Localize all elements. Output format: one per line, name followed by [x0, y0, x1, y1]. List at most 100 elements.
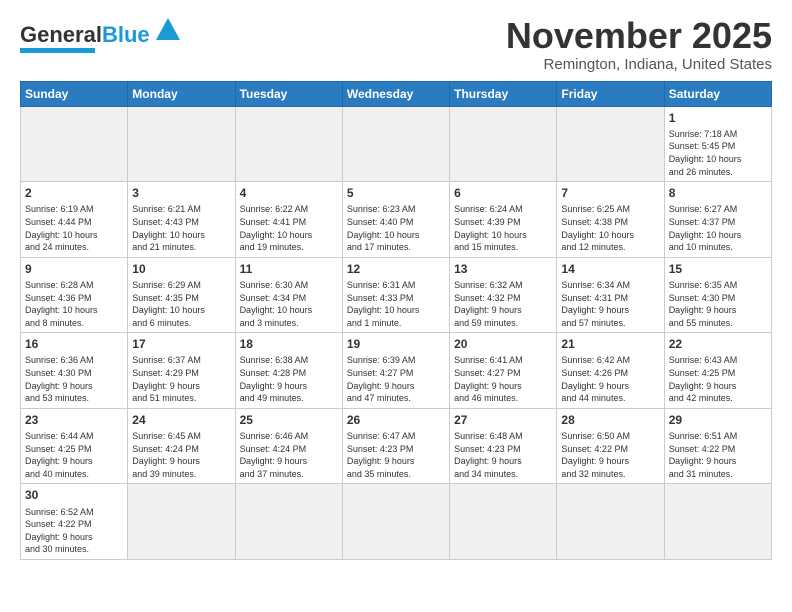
table-row: 20Sunrise: 6:41 AM Sunset: 4:27 PM Dayli… [450, 333, 557, 409]
table-row: 29 Sunrise: 6:51 AM Sunset: 4:22 PM Dayli… [664, 408, 771, 484]
day-number: 7 [561, 185, 659, 201]
day-info: Sunrise: 6:19 AM Sunset: 4:44 PM Dayligh… [25, 203, 123, 253]
weekday-header-row: Sunday Monday Tuesday Wednesday Thursday… [21, 81, 772, 106]
header-wednesday: Wednesday [342, 81, 449, 106]
day-info: Sunrise: 6:27 AM Sunset: 4:37 PM Dayligh… [669, 203, 767, 253]
table-row: 17 Sunrise: 6:37 AM Sunset: 4:29 PM Dayli… [128, 333, 235, 409]
table-row: 21 Sunrise: 6:42 AM Sunset: 4:26 PM Dayli… [557, 333, 664, 409]
table-row: 8 Sunrise: 6:27 AM Sunset: 4:37 PM Daylig… [664, 182, 771, 258]
table-row: 3 Sunrise: 6:21 AM Sunset: 4:43 PM Daylig… [128, 182, 235, 258]
day-info: Sunrise: 6:23 AM Sunset: 4:40 PM Dayligh… [347, 203, 445, 253]
table-row [21, 106, 128, 182]
table-row: 2Sunrise: 6:19 AM Sunset: 4:44 PM Daylig… [21, 182, 128, 258]
day-number: 28 [561, 412, 659, 428]
logo-accent: Blue [102, 22, 150, 47]
day-number: 26 [347, 412, 445, 428]
day-number: 19 [347, 336, 445, 352]
day-number: 4 [240, 185, 338, 201]
table-row: 19 Sunrise: 6:39 AM Sunset: 4:27 PM Dayli… [342, 333, 449, 409]
day-info: Sunrise: 6:36 AM Sunset: 4:30 PM Dayligh… [25, 354, 123, 404]
table-row: 23 Sunrise: 6:44 AM Sunset: 4:25 PM Dayli… [21, 408, 128, 484]
day-info: Sunrise: 6:42 AM Sunset: 4:26 PM Dayligh… [561, 354, 659, 404]
day-info: Sunrise: 6:44 AM Sunset: 4:25 PM Dayligh… [25, 430, 123, 480]
table-row: 15 Sunrise: 6:35 AM Sunset: 4:30 PM Dayli… [664, 257, 771, 333]
table-row [557, 484, 664, 560]
table-row [235, 106, 342, 182]
table-row: 10 Sunrise: 6:29 AM Sunset: 4:35 PM Dayli… [128, 257, 235, 333]
day-number: 22 [669, 336, 767, 352]
header-saturday: Saturday [664, 81, 771, 106]
day-number: 20 [454, 336, 552, 352]
day-info: Sunrise: 6:37 AM Sunset: 4:29 PM Dayligh… [132, 354, 230, 404]
day-info: Sunrise: 6:38 AM Sunset: 4:28 PM Dayligh… [240, 354, 338, 404]
day-number: 16 [25, 336, 123, 352]
page: GeneralBlue November 2025 Remington, Ind… [0, 0, 792, 612]
logo-bar [20, 48, 95, 53]
day-number: 8 [669, 185, 767, 201]
day-info: Sunrise: 7:18 AM Sunset: 5:45 PM Dayligh… [669, 128, 767, 178]
day-number: 15 [669, 261, 767, 277]
table-row: 30 Sunrise: 6:52 AM Sunset: 4:22 PM Dayli… [21, 484, 128, 560]
day-info: Sunrise: 6:43 AM Sunset: 4:25 PM Dayligh… [669, 354, 767, 404]
calendar-table: Sunday Monday Tuesday Wednesday Thursday… [20, 81, 772, 560]
table-row: 9 Sunrise: 6:28 AM Sunset: 4:36 PM Daylig… [21, 257, 128, 333]
day-info: Sunrise: 6:35 AM Sunset: 4:30 PM Dayligh… [669, 279, 767, 329]
table-row [342, 484, 449, 560]
day-number: 21 [561, 336, 659, 352]
table-row: 5 Sunrise: 6:23 AM Sunset: 4:40 PM Daylig… [342, 182, 449, 258]
day-info: Sunrise: 6:22 AM Sunset: 4:41 PM Dayligh… [240, 203, 338, 253]
day-info: Sunrise: 6:29 AM Sunset: 4:35 PM Dayligh… [132, 279, 230, 329]
day-info: Sunrise: 6:34 AM Sunset: 4:31 PM Dayligh… [561, 279, 659, 329]
calendar-subtitle: Remington, Indiana, United States [506, 56, 772, 73]
table-row [450, 106, 557, 182]
day-number: 3 [132, 185, 230, 201]
header-sunday: Sunday [21, 81, 128, 106]
day-number: 12 [347, 261, 445, 277]
day-number: 24 [132, 412, 230, 428]
header-thursday: Thursday [450, 81, 557, 106]
table-row: 28Sunrise: 6:50 AM Sunset: 4:22 PM Dayli… [557, 408, 664, 484]
day-number: 17 [132, 336, 230, 352]
table-row: 14Sunrise: 6:34 AM Sunset: 4:31 PM Dayli… [557, 257, 664, 333]
header: GeneralBlue November 2025 Remington, Ind… [20, 16, 772, 73]
day-info: Sunrise: 6:28 AM Sunset: 4:36 PM Dayligh… [25, 279, 123, 329]
table-row [128, 484, 235, 560]
header-tuesday: Tuesday [235, 81, 342, 106]
day-number: 10 [132, 261, 230, 277]
day-info: Sunrise: 6:51 AM Sunset: 4:22 PM Dayligh… [669, 430, 767, 480]
table-row: 26 Sunrise: 6:47 AM Sunset: 4:23 PM Dayli… [342, 408, 449, 484]
day-info: Sunrise: 6:47 AM Sunset: 4:23 PM Dayligh… [347, 430, 445, 480]
table-row [235, 484, 342, 560]
day-info: Sunrise: 6:21 AM Sunset: 4:43 PM Dayligh… [132, 203, 230, 253]
day-info: Sunrise: 6:48 AM Sunset: 4:23 PM Dayligh… [454, 430, 552, 480]
day-info: Sunrise: 6:46 AM Sunset: 4:24 PM Dayligh… [240, 430, 338, 480]
table-row [557, 106, 664, 182]
day-number: 30 [25, 487, 123, 503]
day-info: Sunrise: 6:24 AM Sunset: 4:39 PM Dayligh… [454, 203, 552, 253]
table-row: 7Sunrise: 6:25 AM Sunset: 4:38 PM Daylig… [557, 182, 664, 258]
table-row: 11 Sunrise: 6:30 AM Sunset: 4:34 PM Dayli… [235, 257, 342, 333]
table-row: 12Sunrise: 6:31 AM Sunset: 4:33 PM Dayli… [342, 257, 449, 333]
day-info: Sunrise: 6:45 AM Sunset: 4:24 PM Dayligh… [132, 430, 230, 480]
table-row: 6Sunrise: 6:24 AM Sunset: 4:39 PM Daylig… [450, 182, 557, 258]
table-row: 4 Sunrise: 6:22 AM Sunset: 4:41 PM Daylig… [235, 182, 342, 258]
day-info: Sunrise: 6:52 AM Sunset: 4:22 PM Dayligh… [25, 506, 123, 556]
day-info: Sunrise: 6:30 AM Sunset: 4:34 PM Dayligh… [240, 279, 338, 329]
title-block: November 2025 Remington, Indiana, United… [506, 16, 772, 73]
table-row: 22 Sunrise: 6:43 AM Sunset: 4:25 PM Dayli… [664, 333, 771, 409]
table-row [128, 106, 235, 182]
logo: GeneralBlue [20, 16, 182, 53]
day-number: 9 [25, 261, 123, 277]
day-info: Sunrise: 6:39 AM Sunset: 4:27 PM Dayligh… [347, 354, 445, 404]
day-number: 23 [25, 412, 123, 428]
table-row: 24 Sunrise: 6:45 AM Sunset: 4:24 PM Dayli… [128, 408, 235, 484]
day-number: 5 [347, 185, 445, 201]
header-friday: Friday [557, 81, 664, 106]
day-number: 25 [240, 412, 338, 428]
day-number: 29 [669, 412, 767, 428]
table-row: 18Sunrise: 6:38 AM Sunset: 4:28 PM Dayli… [235, 333, 342, 409]
day-number: 11 [240, 261, 338, 277]
header-monday: Monday [128, 81, 235, 106]
table-row [450, 484, 557, 560]
day-number: 1 [669, 110, 767, 126]
